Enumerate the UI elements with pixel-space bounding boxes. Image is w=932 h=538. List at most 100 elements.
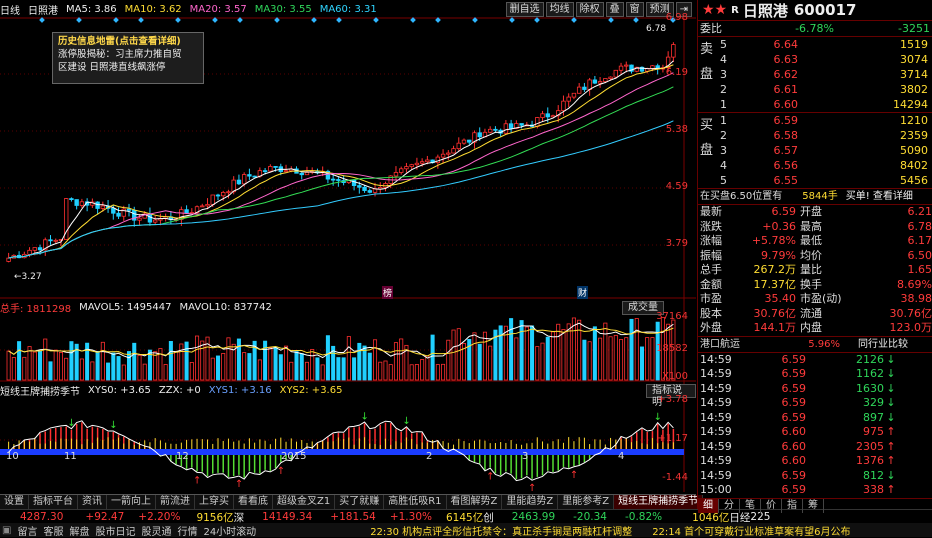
volume-bar — [226, 337, 231, 381]
sz-index[interactable]: 14149.34 — [262, 511, 312, 523]
sells-level-row[interactable]: 2 6.61 3802 — [698, 82, 932, 97]
analysis-link[interactable]: 解盘 — [69, 523, 89, 538]
news-ticker-1[interactable]: 22:30 机构点评全彤信托禁令：真正杀手锏是两融杠杆调整 — [370, 523, 632, 538]
indicator-tab-0[interactable]: 设置 — [0, 495, 29, 509]
buys-level-row[interactable]: 1 6.59 1210 — [698, 113, 932, 128]
indicator-tab-12[interactable]: 里能参考Z — [558, 495, 615, 509]
rolling-link[interactable]: 24小时滚动 — [203, 523, 256, 538]
sells-level-row[interactable]: 1 6.60 14294 — [698, 97, 932, 112]
indicator-tab-10[interactable]: 看图解势Z — [447, 495, 503, 509]
date-label-7: 4 — [618, 451, 625, 462]
exright-button[interactable]: 除权 — [575, 2, 604, 17]
stat-value: 17.37亿 — [753, 277, 797, 291]
buys-level-row[interactable]: 2 6.58 2359 — [698, 128, 932, 143]
tick-row: 14:59 6.59 2126 ↓ — [698, 353, 932, 368]
buy-one-link[interactable]: 买单! 查看详细 — [846, 189, 913, 204]
buys-level-row[interactable]: 3 6.57 5090 — [698, 143, 932, 158]
quote-tab-2[interactable]: 笔 — [740, 498, 761, 513]
tick-time: 14:59 — [700, 381, 732, 395]
price-low-label: ←3.27 — [14, 272, 42, 282]
window-button[interactable]: 窗 — [625, 2, 644, 17]
indicator-tab-11[interactable]: 里能趋势Z — [502, 495, 559, 509]
buys-level-row[interactable]: 4 6.56 8402 — [698, 158, 932, 173]
sector-name[interactable]: 港口航运 — [698, 337, 798, 352]
volume-bar — [430, 334, 435, 381]
indicator-tab-7[interactable]: 超级金叉Z1 — [273, 495, 336, 509]
indicator-name[interactable]: 短线王牌捕捞季节 — [0, 383, 80, 398]
sector-row[interactable]: 港口航运 5.96% 同行业比较 — [698, 335, 932, 352]
arrow-down-icon: ↓ — [886, 396, 896, 409]
weibi-label: 委比 — [700, 22, 722, 35]
arrow-up-icon: ↑ — [486, 471, 494, 482]
candle-body — [425, 159, 430, 163]
star-icon[interactable]: ★★ — [702, 2, 727, 18]
candle-body — [545, 113, 550, 118]
ma30-label: MA30: 3.55 — [254, 3, 312, 15]
history-tooltip[interactable]: 历史信息地雷(点击查看详细) 涨停股揭秘：习主席力推自贸 区建设 日照港直线飙涨… — [52, 32, 204, 84]
indicator-tab-5[interactable]: 上穿买 — [195, 495, 234, 509]
period-label[interactable]: 日线 — [0, 2, 20, 17]
level-volume: 2359 — [900, 129, 928, 142]
indicator-tab-6[interactable]: 看看底 — [234, 495, 273, 509]
level-volume: 14294 — [893, 98, 928, 111]
mavol10-label: MAVOL10: 837742 — [179, 301, 272, 313]
candle-body — [597, 81, 603, 84]
volume-bar — [263, 340, 268, 381]
remove-favorite-button[interactable]: 删自选 — [505, 2, 544, 17]
quote-tab-4[interactable]: 指 — [782, 498, 803, 513]
tick-price: 6.59 — [781, 352, 807, 366]
service-link[interactable]: 客服 — [43, 523, 63, 538]
stock-title: ★★ R 日照港 600017 — [698, 0, 932, 20]
quote-tab-0[interactable]: 细 — [698, 498, 719, 513]
message-icon[interactable]: ▣ — [2, 525, 11, 536]
volume-tick-2: 18582 — [656, 343, 688, 354]
volume-bar — [121, 364, 126, 381]
sector-pct: 5.96% — [808, 338, 840, 350]
indicator-tab-9[interactable]: 高胜低吸R1 — [384, 495, 447, 509]
indicator-tab-8[interactable]: 买了就赚 — [335, 495, 385, 509]
stats-row: 股本 30.76亿 流通 30.76亿 — [698, 307, 932, 322]
indicator-tab-1[interactable]: 指标平台 — [29, 495, 78, 509]
quote-stock-code: 600017 — [793, 1, 857, 19]
mavol5-label: MAVOL5: 1495447 — [79, 301, 172, 313]
news-ticker-2[interactable]: 22:14 首个可穿戴行业标准草案有望6月公布 — [652, 523, 850, 538]
quote-tab-1[interactable]: 分 — [719, 498, 740, 513]
buys-level-row[interactable]: 5 6.55 5456 — [698, 173, 932, 188]
kline-chart-panel[interactable]: ↓ ↓ ↑ ↑ ↑ ↓ ↓ ↑ ↑ ↑ ↓ 日线 日照港 MA5: 3.86 MA10: 3.62 … — [0, 0, 696, 492]
event-mark-finance[interactable]: 财 — [577, 286, 589, 299]
sells-level-row[interactable]: 4 6.63 3074 — [698, 52, 932, 67]
xys1-label: XYS1: +3.16 — [208, 384, 272, 396]
market-link[interactable]: 行情 — [177, 523, 197, 538]
level-price: 6.59 — [773, 114, 799, 127]
stat-label-2: 流通 — [800, 306, 822, 320]
diary-link[interactable]: 股市日记 — [95, 523, 135, 538]
sector-compare-link[interactable]: 同行业比较 — [858, 337, 908, 352]
sells-level-row[interactable]: 3 6.62 3714 — [698, 67, 932, 82]
volume-bar — [514, 337, 519, 381]
indicator-tab-13[interactable]: 短线王牌捕捞季节 — [614, 495, 704, 509]
sells-level-row[interactable]: 5 6.64 1519 — [698, 37, 932, 52]
stat-value: 6.59 — [771, 205, 797, 218]
indicator-tab-3[interactable]: 一箭向上 — [107, 495, 156, 509]
gulingtong-link[interactable]: 股灵通 — [141, 523, 171, 538]
cy-index[interactable]: 2463.99 — [512, 511, 555, 523]
indicator-tab-2[interactable]: 资讯 — [78, 495, 107, 509]
quote-tab-5[interactable]: 筹 — [803, 498, 824, 513]
quote-tab-3[interactable]: 价 — [761, 498, 782, 513]
sh-index[interactable]: 4287.30 — [20, 511, 63, 523]
stat-value: 144.1万 — [753, 321, 797, 334]
arrow-down-icon: ↓ — [67, 418, 75, 429]
volume-bar — [498, 325, 503, 381]
tick-volume: 812 — [863, 468, 884, 482]
position-note-row[interactable]: 在买盘6.50位置有 5844手 买单! 查看详细 — [698, 188, 932, 204]
msg-link[interactable]: 留言 — [17, 523, 37, 538]
ma-button[interactable]: 均线 — [545, 2, 574, 17]
buys-side-label: 买盘 — [700, 118, 714, 158]
volume-bar — [388, 364, 393, 381]
overlay-button[interactable]: 叠 — [605, 2, 624, 17]
sh-pct: +2.20% — [138, 511, 181, 523]
candle-body — [435, 156, 441, 164]
indicator-tab-4[interactable]: 箭流进 — [156, 495, 195, 509]
event-mark-list[interactable]: 榜 — [382, 286, 394, 299]
volume-bar — [383, 360, 388, 381]
